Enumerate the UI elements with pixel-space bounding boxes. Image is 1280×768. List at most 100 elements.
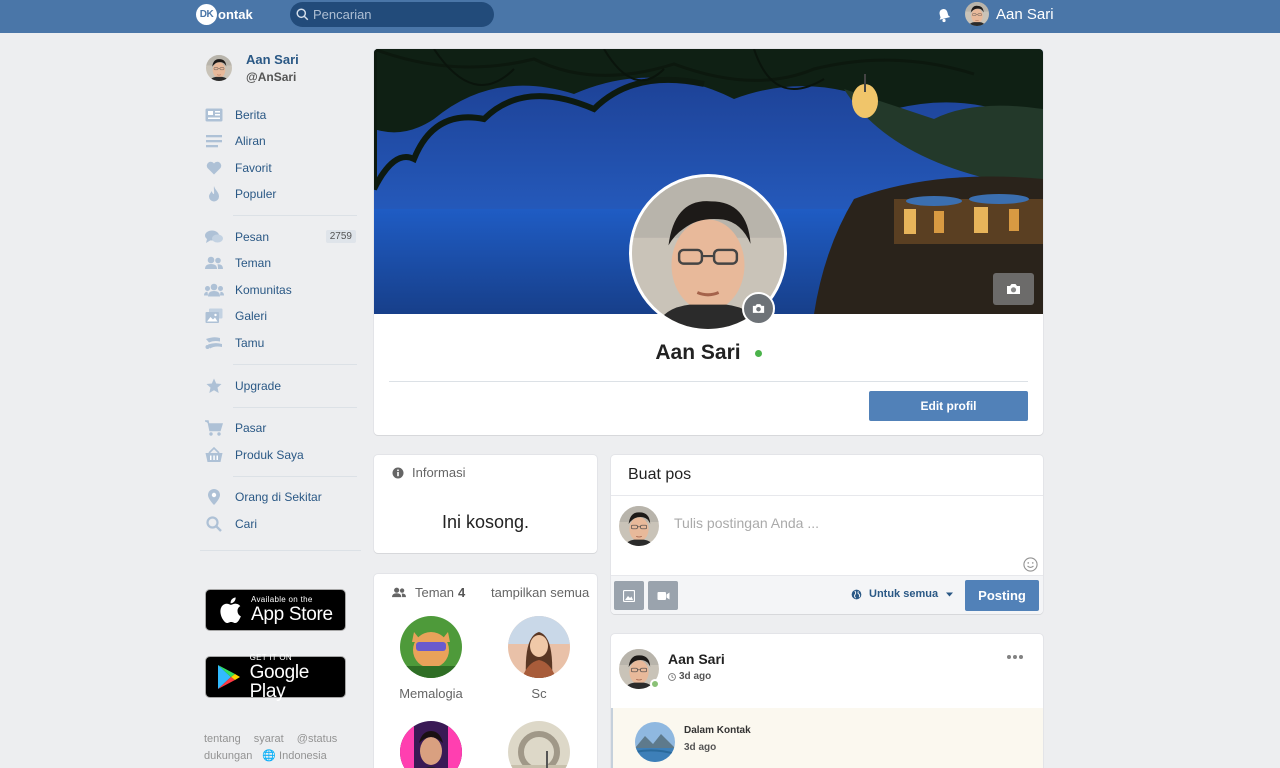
header-avatar[interactable] <box>965 2 989 26</box>
sidebar-item-label: Cari <box>235 517 258 531</box>
friend-avatar <box>400 721 462 768</box>
friend-item[interactable] <box>391 721 471 768</box>
sidebar-item-label: Pesan <box>235 230 270 244</box>
sidebar-item-label: Produk Saya <box>235 448 304 462</box>
friend-item[interactable]: Sc <box>499 616 579 701</box>
footer-support-link[interactable]: dukungan <box>204 750 252 762</box>
sidebar-item-label: Orang di Sekitar <box>235 490 322 504</box>
camera-icon <box>752 304 765 313</box>
heart-icon <box>204 160 224 176</box>
post-time-text: 3d ago <box>679 671 712 682</box>
friends-header[interactable]: Teman 4 <box>392 585 465 600</box>
sidebar-user-name[interactable]: Aan Sari <box>246 52 299 67</box>
sidebar-item-komunitas[interactable]: Komunitas <box>204 279 360 301</box>
footer-about-link[interactable]: tentang <box>204 733 241 745</box>
sidebar-item-galeri[interactable]: Galeri <box>204 305 360 327</box>
app-store-big-text: App Store <box>251 604 333 625</box>
sidebar-item-label: Aliran <box>235 134 266 148</box>
friends-title: Teman <box>415 585 455 600</box>
basket-icon <box>204 447 224 463</box>
video-icon <box>657 591 669 600</box>
create-post-card: Buat pos Untuk semua Posting <box>611 455 1043 614</box>
audience-selector[interactable]: Untuk semua <box>851 588 954 600</box>
shared-source-name[interactable]: Dalam Kontak <box>684 725 751 736</box>
sidebar-divider <box>233 476 357 477</box>
attach-video-button[interactable] <box>648 581 678 610</box>
change-photo-button[interactable] <box>742 292 775 325</box>
sidebar-item-label: Favorit <box>235 161 272 175</box>
photo-icon <box>623 589 635 602</box>
profile-cover-card: Aan Sari Edit profil <box>374 49 1043 435</box>
sidebar-avatar[interactable] <box>206 55 232 81</box>
info-title: Informasi <box>412 465 466 480</box>
shared-content[interactable]: Dalam Kontak 3d ago <box>611 708 1043 768</box>
gallery-icon <box>204 308 224 324</box>
camera-icon <box>1007 284 1020 294</box>
logo[interactable]: DK ontak <box>196 3 253 25</box>
sidebar-item-label: Populer <box>235 187 277 201</box>
sidebar-item-pasar[interactable]: Pasar <box>204 417 360 439</box>
edit-profile-button[interactable]: Edit profil <box>869 391 1028 421</box>
sidebar-item-berita[interactable]: Berita <box>204 104 360 126</box>
sidebar-divider <box>233 215 357 216</box>
friends-icon <box>204 255 224 271</box>
attach-photo-button[interactable] <box>614 581 644 610</box>
profile-name: Aan Sari <box>374 341 1043 365</box>
sidebar-item-teman[interactable]: Teman <box>204 252 360 274</box>
shared-source-avatar <box>635 722 675 762</box>
sidebar-item-pesan[interactable]: Pesan 2759 <box>204 226 360 248</box>
google-play-icon <box>215 662 244 692</box>
friends-card: Teman 4 tampilkan semua Memalogia Sc <box>374 574 597 768</box>
post-text-input[interactable] <box>674 515 1014 531</box>
cart-icon <box>204 420 224 436</box>
sidebar-item-orang-di-sekitar[interactable]: Orang di Sekitar <box>204 486 360 508</box>
app-store-badge[interactable]: Available on the App Store <box>205 589 346 631</box>
globe-icon: 🌐 <box>262 750 277 762</box>
change-cover-button[interactable] <box>993 273 1034 305</box>
sidebar-item-favorit[interactable]: Favorit <box>204 157 360 179</box>
friend-name: Sc <box>531 686 547 701</box>
sidebar-item-tamu[interactable]: Tamu <box>204 332 360 354</box>
info-empty-text: Ini kosong. <box>441 512 530 532</box>
post-timestamp[interactable]: 3d ago <box>668 671 711 682</box>
search-icon <box>296 8 309 21</box>
friend-item[interactable] <box>499 721 579 768</box>
friend-item[interactable]: Memalogia <box>391 616 471 701</box>
info-card: Informasi Ini kosong. <box>374 455 597 553</box>
guests-icon <box>204 335 224 351</box>
show-all-friends-link[interactable]: tampilkan semua <box>491 585 589 600</box>
friends-count: 4 <box>458 585 466 600</box>
google-play-badge[interactable]: GET IT ON Google Play <box>205 652 346 701</box>
chevron-down-icon <box>946 592 954 596</box>
shared-timestamp: 3d ago <box>684 742 717 753</box>
post-author-name[interactable]: Aan Sari <box>668 651 725 667</box>
search-bar[interactable] <box>290 2 494 27</box>
sidebar-item-label: Pasar <box>235 421 267 435</box>
search-input[interactable] <box>313 7 483 22</box>
clock-icon <box>668 672 676 681</box>
info-header: Informasi <box>392 465 465 480</box>
sidebar-item-upgrade[interactable]: Upgrade <box>204 375 360 397</box>
apple-icon <box>215 595 245 625</box>
sidebar-item-cari[interactable]: Cari <box>204 513 360 535</box>
profile-divider <box>389 381 1028 382</box>
emoji-icon[interactable] <box>1023 557 1038 572</box>
online-status-dot <box>650 679 660 689</box>
notification-bell-icon[interactable] <box>936 7 952 23</box>
sidebar-item-populer[interactable]: Populer <box>204 183 360 205</box>
footer-language-link[interactable]: Indonesia <box>279 750 327 762</box>
sidebar-divider <box>233 407 357 408</box>
google-play-small-text: GET IT ON <box>249 652 292 662</box>
online-status-dot <box>754 349 762 357</box>
header-user-name[interactable]: Aan Sari <box>996 6 1054 23</box>
more-options-icon[interactable] <box>1006 652 1024 662</box>
friends-icon <box>392 587 406 598</box>
sidebar-item-produk-saya[interactable]: Produk Saya <box>204 444 360 466</box>
sidebar-item-aliran[interactable]: Aliran <box>204 130 360 152</box>
footer-terms-link[interactable]: syarat <box>254 733 284 745</box>
submit-post-button[interactable]: Posting <box>965 580 1039 611</box>
news-icon <box>204 107 224 123</box>
friend-avatar <box>508 616 570 678</box>
footer-status-link[interactable]: @status <box>297 733 338 745</box>
chat-icon <box>204 229 224 245</box>
